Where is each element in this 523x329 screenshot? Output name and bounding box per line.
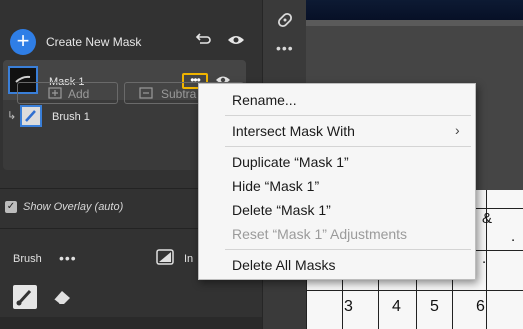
brush-section-title: Brush (13, 253, 42, 265)
show-overlay-label[interactable]: Show Overlay (auto) (23, 201, 123, 213)
brush-icon (25, 110, 36, 122)
invert-label[interactable]: In (184, 253, 193, 265)
menu-item-intersect-mask-with[interactable]: Intersect Mask With › (199, 120, 475, 142)
menu-item-label: Delete “Mask 1” (232, 202, 331, 218)
menu-separator (225, 115, 471, 116)
subtract-button-label: Subtra (161, 87, 197, 101)
submenu-arrow-icon: › (455, 122, 460, 138)
paintbrush-icon (16, 289, 32, 306)
menu-item-label: Hide “Mask 1” (232, 178, 320, 194)
menu-separator (225, 146, 471, 147)
document-glyph: & (482, 210, 493, 227)
sub-mask-name[interactable]: Brush 1 (52, 111, 90, 123)
document-number: 3 (344, 298, 353, 315)
document-glyph: . (511, 228, 516, 245)
menu-item-label: Reset “Mask 1” Adjustments (232, 226, 408, 242)
canvas-divider (306, 20, 523, 26)
reset-icon[interactable] (194, 32, 212, 48)
menu-item-delete[interactable]: Delete “Mask 1” (199, 199, 475, 221)
plus-icon: + (16, 28, 30, 53)
menu-item-label: Delete All Masks (232, 257, 336, 273)
menu-item-label: Intersect Mask With (232, 123, 355, 139)
create-mask-label[interactable]: Create New Mask (46, 35, 141, 49)
add-button-label: Add (68, 87, 90, 101)
brush-more-options-button[interactable]: ••• (59, 250, 77, 266)
tool-strip-more-button[interactable]: ••• (276, 40, 294, 56)
sub-mask-connector-icon: ↳ (7, 110, 17, 122)
healing-bandage-icon[interactable] (275, 10, 295, 30)
add-button[interactable]: Add (17, 82, 118, 104)
document-number: 6 (476, 298, 485, 315)
mask-context-menu: Rename... Intersect Mask With › Duplicat… (198, 83, 476, 280)
show-overlay-checkbox[interactable]: ✓ (5, 201, 17, 213)
menu-item-label: Rename... (232, 92, 297, 108)
create-mask-button[interactable]: + (10, 29, 36, 55)
menu-item-label: Duplicate “Mask 1” (232, 154, 349, 170)
add-mask-icon (48, 87, 62, 99)
document-number: 4 (392, 298, 401, 315)
eraser-icon[interactable] (51, 287, 73, 307)
menu-item-reset-adjustments: Reset “Mask 1” Adjustments (199, 223, 475, 245)
menu-separator (225, 249, 471, 250)
brush-mask-thumbnail[interactable] (20, 105, 42, 127)
menu-item-rename[interactable]: Rename... (199, 89, 475, 111)
brush-tool-button[interactable] (13, 285, 37, 309)
document-number: 5 (430, 298, 439, 315)
visibility-eye-icon[interactable] (227, 33, 245, 47)
subtract-mask-icon (139, 87, 153, 99)
menu-item-duplicate[interactable]: Duplicate “Mask 1” (199, 151, 475, 173)
menu-item-delete-all-masks[interactable]: Delete All Masks (199, 254, 475, 276)
invert-icon[interactable] (156, 249, 174, 265)
canvas-image-top (306, 0, 523, 20)
document-glyph: . (482, 250, 487, 267)
menu-item-hide[interactable]: Hide “Mask 1” (199, 175, 475, 197)
panel-footer (0, 317, 262, 329)
